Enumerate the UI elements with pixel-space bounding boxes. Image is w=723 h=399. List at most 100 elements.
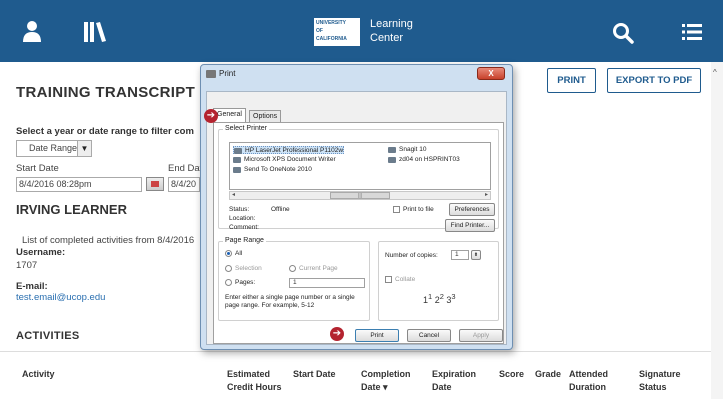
export-pdf-button[interactable]: EXPORT TO PDF xyxy=(607,68,701,93)
end-date-input[interactable]: 8/4/20 xyxy=(168,177,200,192)
col-credit-hours-line2: Credit Hours xyxy=(227,382,282,392)
university-logo: UNIVERSITY OF CALIFORNIA xyxy=(314,18,360,46)
annotation-arrow-icon: ➔ xyxy=(330,327,344,341)
col-start-date-line1: Start Date xyxy=(293,369,336,379)
learner-name: IRVING LEARNER xyxy=(16,202,127,217)
scroll-left-icon[interactable]: ◂ xyxy=(232,191,235,198)
find-printer-button[interactable]: Find Printer... xyxy=(445,219,495,232)
select-printer-group: Select Printer HP LaserJet Professional … xyxy=(218,125,499,232)
email-link[interactable]: test.email@ucop.edu xyxy=(16,292,105,303)
col-start-date[interactable]: Start Date xyxy=(293,368,336,381)
page-range-group: Page Range All Selection Current Page Pa… xyxy=(218,237,370,321)
col-score-line1: Score xyxy=(499,369,525,379)
close-button[interactable]: X xyxy=(477,67,505,80)
calendar-icon[interactable] xyxy=(146,177,164,191)
printer-list-scrollbar[interactable]: ◂ ||| ▸ xyxy=(229,191,491,200)
preferences-button[interactable]: Preferences xyxy=(449,203,495,216)
col-completion-date[interactable]: Completion Date ▾ xyxy=(361,368,411,394)
scroll-right-icon[interactable]: ▸ xyxy=(485,191,488,198)
col-credit-hours[interactable]: Estimated Credit Hours xyxy=(227,368,282,394)
site-title-line1: Learning xyxy=(370,18,413,30)
dialog-body: General Options Select Printer HP LaserJ… xyxy=(206,91,507,345)
print-to-file-checkbox[interactable] xyxy=(393,206,400,213)
printer-icon xyxy=(206,70,216,78)
comment-label: Comment: xyxy=(229,224,259,231)
cancel-button[interactable]: Cancel xyxy=(407,329,451,342)
col-expiration-date[interactable]: Expiration Date xyxy=(432,368,476,394)
print-confirm-button[interactable]: Print xyxy=(355,329,399,342)
col-activity-line1: Activity xyxy=(22,369,55,379)
annotation-arrow-icon: ➔ xyxy=(204,109,218,123)
range-selection-radio[interactable] xyxy=(225,265,232,272)
range-current-label: Current Page xyxy=(299,265,338,272)
copies-input[interactable]: 1 xyxy=(451,250,469,260)
select-printer-label: Select Printer xyxy=(223,125,270,132)
pages-input[interactable]: 1 xyxy=(289,278,365,288)
status-label: Status: xyxy=(229,206,250,213)
col-grade-line1: Grade xyxy=(535,369,562,379)
username-label: Username: xyxy=(16,247,66,258)
col-credit-hours-line1: Estimated xyxy=(227,369,271,379)
printer-item[interactable]: Snagit 10 xyxy=(388,146,426,154)
general-tab-panel: Select Printer HP LaserJet Professional … xyxy=(213,122,504,344)
collate-preview: 11 22 33 xyxy=(423,292,456,305)
col-attended-duration[interactable]: Attended Duration xyxy=(569,368,608,394)
library-icon[interactable] xyxy=(84,22,110,42)
col-expiration-date-line2: Date xyxy=(432,382,452,392)
col-score[interactable]: Score xyxy=(499,368,524,381)
page-scrollbar[interactable] xyxy=(711,62,723,399)
location-label: Location: xyxy=(229,215,256,222)
printer-item[interactable]: Send To OneNote 2010 xyxy=(233,166,312,174)
range-current-radio[interactable] xyxy=(289,265,296,272)
print-button[interactable]: PRINT xyxy=(547,68,596,93)
print-dialog: Print X General Options Select Printer H… xyxy=(200,64,513,350)
chevron-down-icon[interactable]: ▼ xyxy=(77,141,91,156)
start-date-label: Start Date xyxy=(16,163,59,174)
range-pages-radio[interactable] xyxy=(225,279,232,286)
col-attended-duration-line1: Attended xyxy=(569,369,608,379)
col-expiration-date-line1: Expiration xyxy=(432,369,477,379)
col-grade[interactable]: Grade xyxy=(535,368,561,381)
completed-activities-text: List of completed activities from 8/4/20… xyxy=(22,235,195,246)
date-range-select[interactable]: Date Range ▼ xyxy=(16,140,92,157)
email-label: E-mail: xyxy=(16,281,48,292)
scroll-up-icon[interactable]: ^ xyxy=(713,68,717,77)
col-signature-status-line2: Status xyxy=(639,382,667,392)
col-activity[interactable]: Activity xyxy=(22,368,55,381)
end-date-label: End Dat xyxy=(168,163,203,174)
col-completion-date-line2: Date ▾ xyxy=(361,382,388,392)
dialog-title: Print xyxy=(219,69,236,78)
divider xyxy=(0,351,711,352)
col-signature-status[interactable]: Signature Status xyxy=(639,368,681,394)
user-icon[interactable] xyxy=(22,20,42,42)
printer-item[interactable]: zd04 on HSPRINT03 xyxy=(388,156,460,164)
range-all-label: All xyxy=(235,250,243,257)
top-navigation-bar: UNIVERSITY OF CALIFORNIA Learning Center xyxy=(0,0,723,62)
printer-item[interactable]: Microsoft XPS Document Writer xyxy=(233,156,336,164)
printer-list[interactable]: HP LaserJet Professional P1102w Microsof… xyxy=(229,142,491,190)
collate-checkbox[interactable] xyxy=(385,276,392,283)
date-range-select-value: Date Range xyxy=(29,143,78,153)
printer-item[interactable]: HP LaserJet Professional P1102w xyxy=(233,146,345,154)
range-all-radio[interactable] xyxy=(225,250,232,257)
col-completion-date-line1: Completion xyxy=(361,369,411,379)
site-title-line2: Center xyxy=(370,32,404,44)
collate-page: 2 xyxy=(439,292,444,301)
col-attended-duration-line2: Duration xyxy=(569,382,606,392)
apply-button[interactable]: Apply xyxy=(459,329,503,342)
search-icon[interactable] xyxy=(612,22,634,44)
filter-label: Select a year or date range to filter co… xyxy=(16,126,194,137)
range-selection-label: Selection xyxy=(235,265,262,272)
copies-spinner[interactable]: ⬍ xyxy=(471,250,481,260)
copies-label: Number of copies: xyxy=(385,252,438,259)
collate-page: 3 xyxy=(451,292,456,301)
site-title[interactable]: Learning Center xyxy=(370,17,413,45)
activities-heading: ACTIVITIES xyxy=(16,330,80,342)
start-date-input[interactable]: 8/4/2016 08:28pm xyxy=(16,177,142,192)
username-value: 1707 xyxy=(16,260,38,271)
print-to-file-label: Print to file xyxy=(403,206,434,213)
collate-page: 1 xyxy=(428,292,433,301)
menu-icon[interactable] xyxy=(682,24,702,40)
page-title: TRAINING TRANSCRIPT xyxy=(16,84,196,101)
scroll-thumb[interactable]: ||| xyxy=(330,192,390,199)
